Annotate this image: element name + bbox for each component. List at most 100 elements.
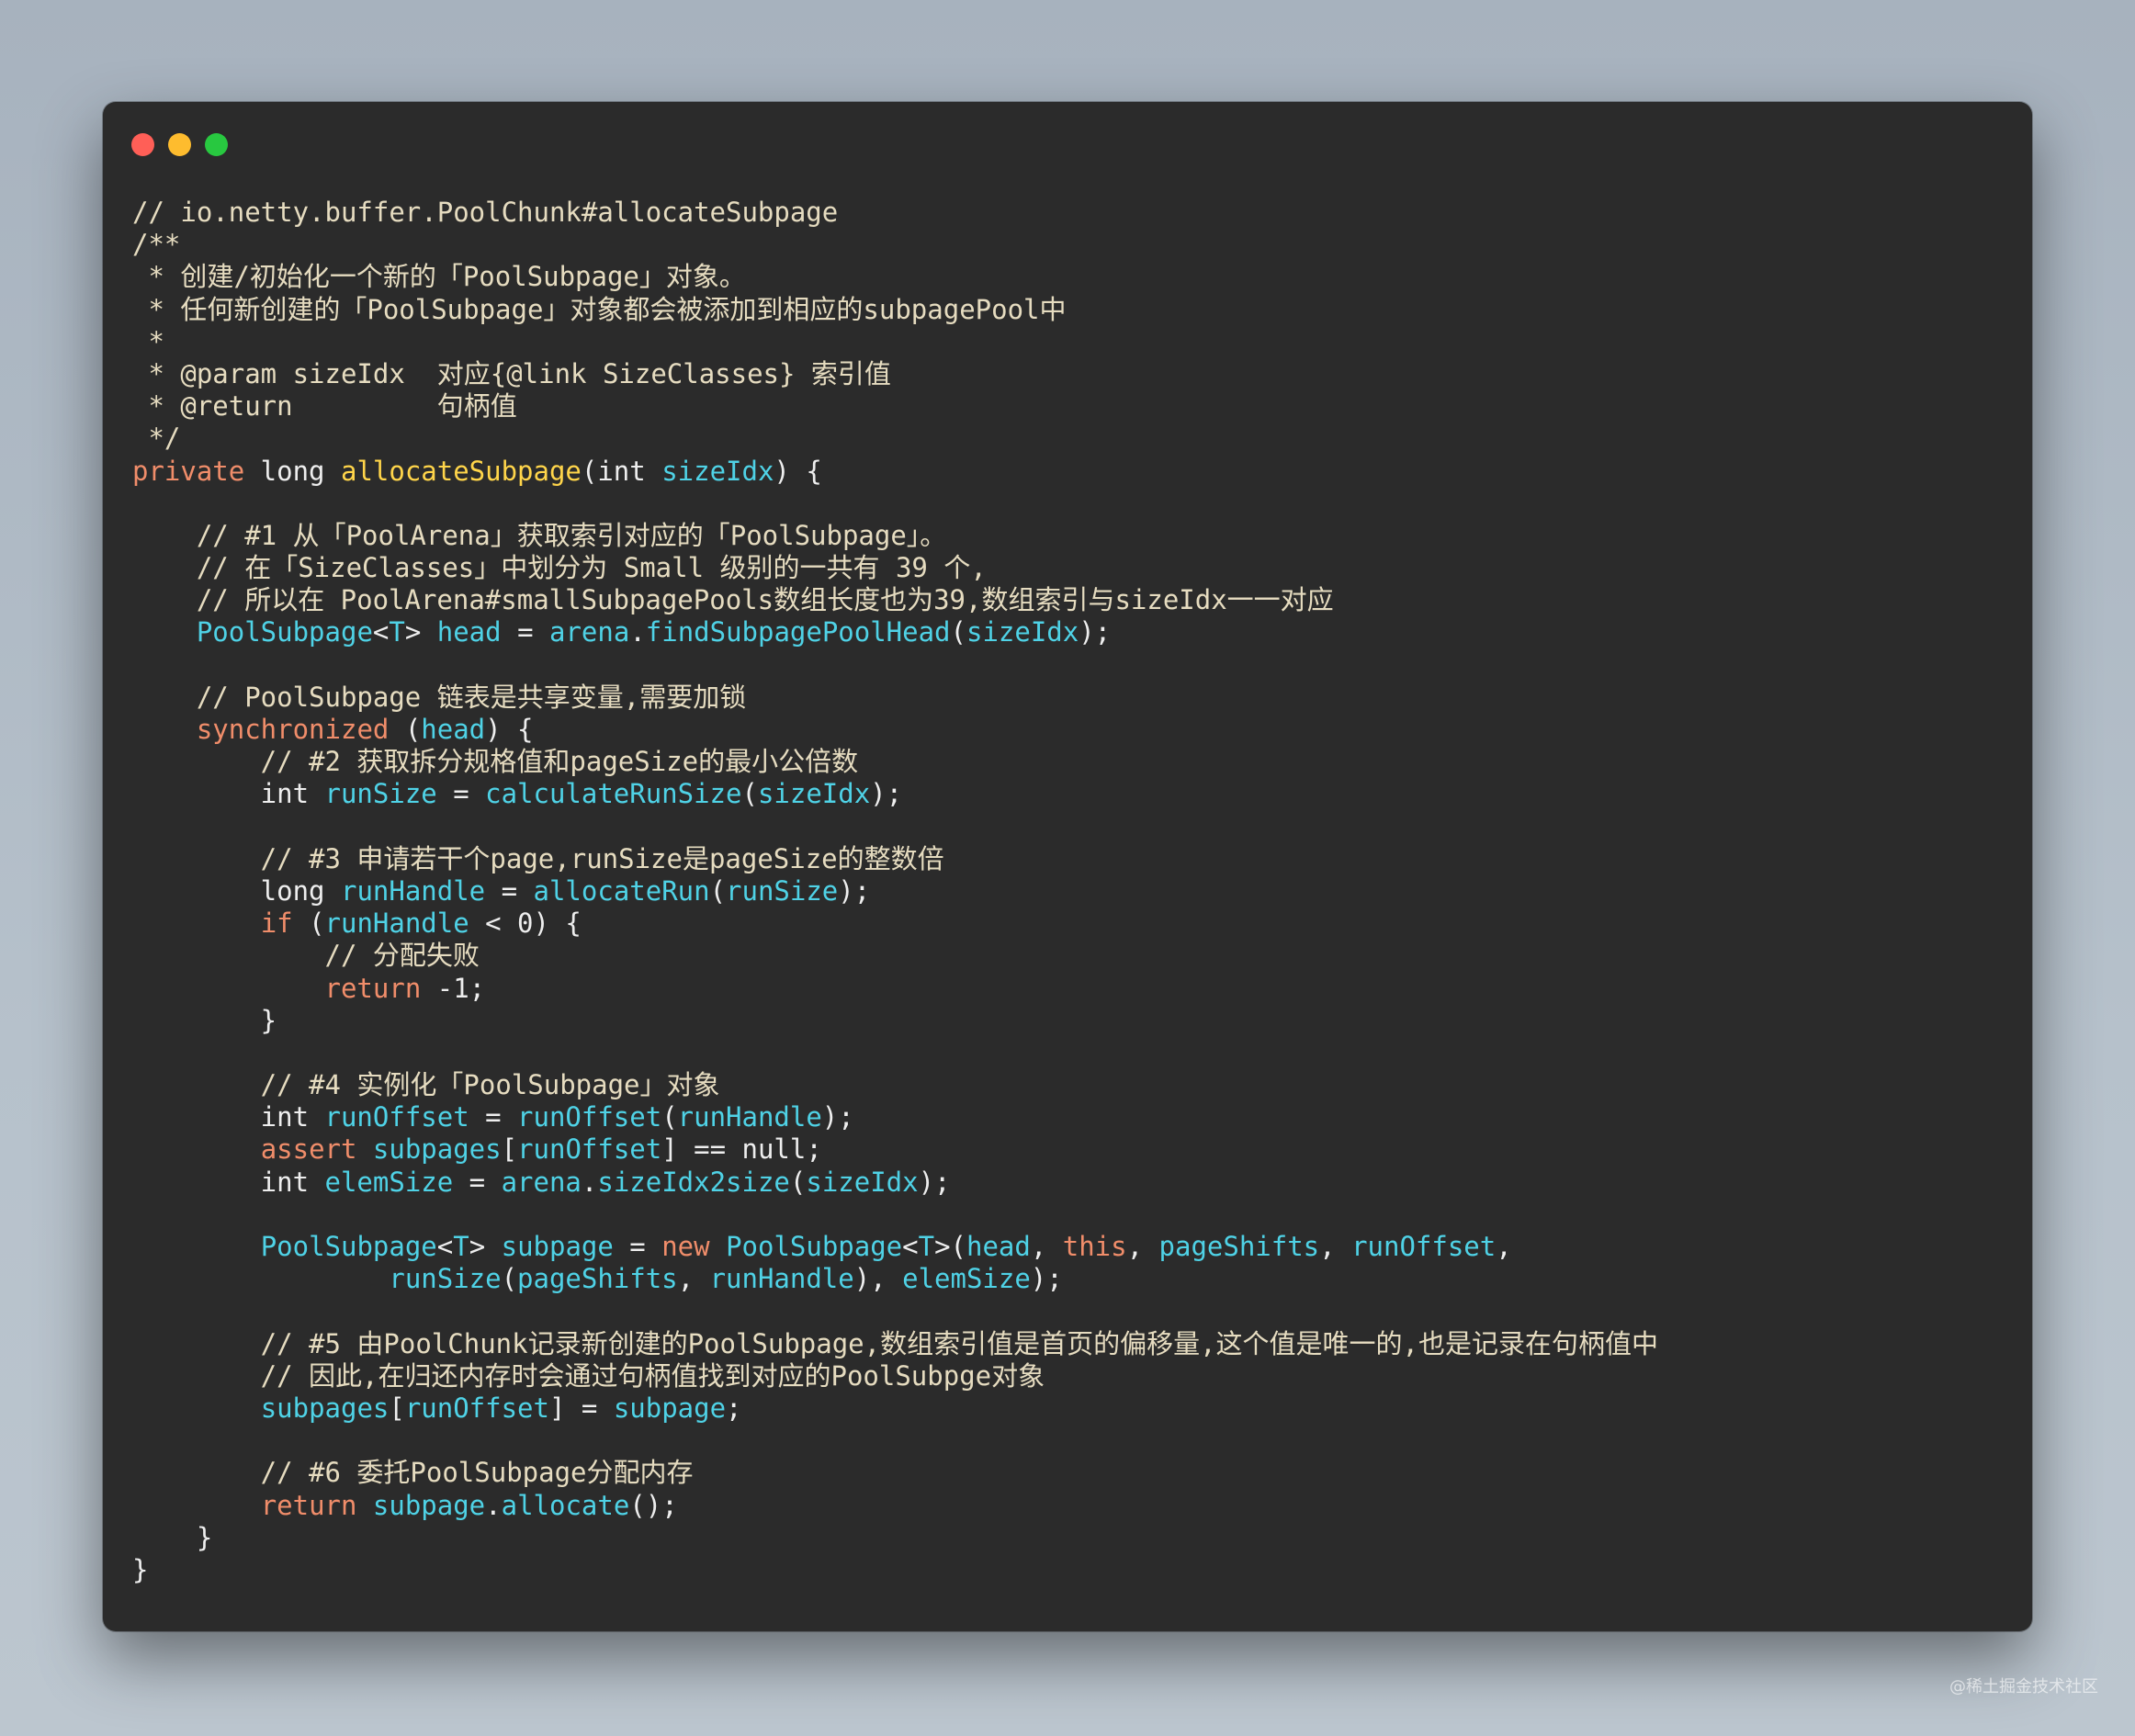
code-line: * 任何新创建的「PoolSubpage」对象都会被添加到相应的subpageP… <box>132 294 2005 326</box>
code-token: runHandle <box>677 1101 822 1133</box>
code-token: allocate <box>501 1489 630 1521</box>
code-token: pageShifts <box>1158 1231 1320 1262</box>
code-line: // io.netty.buffer.PoolChunk#allocateSub… <box>132 197 2005 229</box>
code-token: runOffset <box>404 1392 549 1424</box>
zoom-icon[interactable] <box>205 133 228 156</box>
code-token: [ <box>501 1133 518 1166</box>
code-token: subpages <box>260 1392 390 1424</box>
code-token: ; <box>726 1392 742 1424</box>
code-token: int <box>132 1166 325 1198</box>
code-token: runSize <box>324 778 437 810</box>
code-token: runHandle <box>709 1263 854 1295</box>
code-line: // 分配失败 <box>132 940 2005 972</box>
code-window: // io.netty.buffer.PoolChunk#allocateSub… <box>103 102 2032 1631</box>
code-token: long <box>132 874 341 907</box>
code-token: subpage <box>372 1489 486 1521</box>
code-line: // #1 从「PoolArena」获取索引对应的「PoolSubpage」。 <box>132 520 2005 552</box>
code-token: subpage <box>613 1392 727 1424</box>
code-token: runOffset <box>517 1133 662 1166</box>
code-token: */ <box>132 423 181 455</box>
code-token: // #6 委托PoolSubpage分配内存 <box>132 1457 694 1489</box>
minimize-icon[interactable] <box>168 133 191 156</box>
code-line: if (runHandle < 0) { <box>132 907 2005 940</box>
code-token: PoolSubpage <box>726 1231 903 1262</box>
code-token: // #5 由PoolChunk记录新创建的PoolSubpage,数组索引值是… <box>132 1327 1659 1359</box>
code-token: . <box>485 1489 502 1521</box>
code-token: ( <box>789 1166 807 1198</box>
code-token: // 所以在 PoolArena#smallSubpagePools数组长度也为… <box>132 584 1334 616</box>
code-token: >( <box>934 1231 966 1262</box>
code-line: int runOffset = runOffset(runHandle); <box>132 1101 2005 1133</box>
code-token: ); <box>870 778 903 810</box>
code-token: head <box>421 714 486 745</box>
code-token: allocateRun <box>533 874 710 907</box>
code-token: [ <box>389 1392 405 1424</box>
code-token: ); <box>838 874 871 907</box>
code-token: = <box>485 874 534 907</box>
code-token: ] = <box>548 1392 614 1424</box>
code-token: ); <box>821 1101 854 1133</box>
code-token: head <box>966 1231 1031 1262</box>
code-block: // io.netty.buffer.PoolChunk#allocateSub… <box>132 197 2005 1586</box>
code-token: runHandle <box>340 874 486 907</box>
code-token: > <box>469 1231 502 1262</box>
code-token: = <box>613 1231 662 1262</box>
code-line: * @return 句柄值 <box>132 390 2005 423</box>
code-line: * <box>132 326 2005 358</box>
code-line: subpages[runOffset] = subpage; <box>132 1392 2005 1425</box>
code-token: T <box>918 1231 935 1262</box>
code-token: sizeIdx2size <box>597 1166 790 1198</box>
code-line: PoolSubpage<T> head = arena.findSubpageP… <box>132 616 2005 648</box>
code-token: ( <box>709 874 727 907</box>
code-token: ) { <box>774 455 822 487</box>
code-token: , <box>1126 1231 1159 1262</box>
code-token: ( <box>389 714 422 745</box>
code-token: // 在「SizeClasses」中划分为 Small 级别的一共有 39 个, <box>132 552 987 584</box>
code-token: ) { <box>485 714 534 745</box>
code-token: > <box>404 616 437 648</box>
code-token: // #1 从「PoolArena」获取索引对应的「PoolSubpage」。 <box>132 519 947 551</box>
code-token: calculateRunSize <box>485 778 742 810</box>
code-token: // #3 申请若干个page,runSize是pageSize的整数倍 <box>132 842 944 874</box>
code-line: /** <box>132 229 2005 261</box>
code-token: = <box>501 616 549 648</box>
code-token: subpage <box>501 1231 614 1262</box>
code-token: arena <box>501 1166 582 1198</box>
watermark: @稀土掘金技术社区 <box>1949 1677 2098 1697</box>
close-icon[interactable] <box>131 133 154 156</box>
code-token: runOffset <box>517 1101 662 1133</box>
code-line: * 创建/初始化一个新的「PoolSubpage」对象。 <box>132 261 2005 293</box>
code-token: = <box>469 1101 518 1133</box>
code-token: , <box>1030 1231 1063 1262</box>
code-line: int elemSize = arena.sizeIdx2size(sizeId… <box>132 1167 2005 1199</box>
code-token: ( <box>950 616 966 648</box>
code-token: , <box>1319 1231 1352 1262</box>
code-token: synchronized <box>196 714 390 745</box>
code-token: ( <box>292 907 325 940</box>
code-line: // 因此,在归还内存时会通过句柄值找到对应的PoolSubpge对象 <box>132 1360 2005 1392</box>
code-token: runOffset <box>1351 1231 1497 1262</box>
code-token: < <box>372 616 390 648</box>
code-token: this <box>1062 1231 1127 1262</box>
code-token: runOffset <box>324 1101 469 1133</box>
code-line: * @param sizeIdx 对应{@link SizeClasses} 索… <box>132 358 2005 390</box>
code-token: sizeIdx <box>757 778 871 810</box>
code-token: ); <box>1079 616 1112 648</box>
code-token: , <box>677 1263 710 1295</box>
code-token: = <box>453 1166 502 1198</box>
code-token: , <box>1496 1231 1512 1262</box>
code-token: (int <box>581 455 662 487</box>
code-line: } <box>132 1554 2005 1586</box>
code-token: arena <box>549 616 630 648</box>
